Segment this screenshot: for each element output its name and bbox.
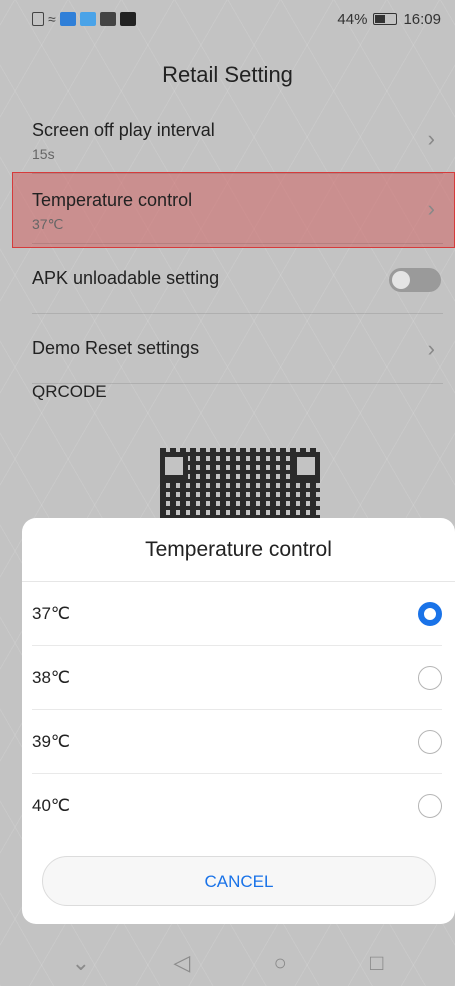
status-right: 44% 16:09 — [337, 11, 441, 28]
option-label: 37℃ — [32, 604, 71, 623]
back-icon[interactable]: ◁ — [173, 950, 190, 976]
recents-icon[interactable]: □ — [370, 950, 383, 976]
battery-icon — [373, 13, 398, 25]
option-38c[interactable]: 38℃ — [32, 646, 442, 710]
clock: 16:09 — [403, 10, 441, 28]
app-notification-icon — [99, 12, 116, 26]
chevron-right-icon: › — [427, 196, 435, 221]
status-bar: ≈ 44% 16:09 — [0, 0, 455, 38]
option-label: 40℃ — [32, 796, 71, 815]
sim-icon — [32, 12, 44, 26]
option-label: 38℃ — [32, 668, 71, 687]
tiktok-icon — [119, 12, 136, 26]
radio-unselected-icon[interactable] — [418, 666, 442, 690]
apk-unloadable-toggle[interactable] — [389, 268, 441, 292]
option-label: 39℃ — [32, 732, 71, 751]
app-notification-icon — [79, 12, 96, 26]
setting-apk-unloadable[interactable]: APK unloadable setting — [32, 244, 443, 314]
setting-screen-off-play-interval[interactable]: Screen off play interval 15s › — [32, 104, 443, 174]
qrcode-image — [160, 448, 320, 528]
setting-value: 37℃ — [32, 216, 64, 232]
qrcode-label: QRCODE — [32, 382, 107, 401]
chevron-down-icon[interactable]: ⌄ — [72, 950, 90, 976]
app-notification-icon — [59, 12, 76, 26]
home-icon[interactable]: ○ — [273, 950, 286, 976]
setting-value: 15s — [32, 146, 55, 162]
temperature-dialog: Temperature control 37℃ 38℃ 39℃ 40℃ CANC… — [22, 518, 455, 924]
radio-unselected-icon[interactable] — [418, 794, 442, 818]
wifi-icon: ≈ — [48, 11, 56, 27]
setting-demo-reset[interactable]: Demo Reset settings › — [32, 314, 443, 384]
option-40c[interactable]: 40℃ — [32, 774, 442, 838]
chevron-right-icon: › — [427, 336, 435, 361]
setting-label: Screen off play interval — [32, 120, 215, 140]
option-39c[interactable]: 39℃ — [32, 710, 442, 774]
option-37c[interactable]: 37℃ — [32, 582, 442, 646]
radio-selected-icon[interactable] — [418, 602, 442, 626]
setting-temperature-control[interactable]: Temperature control 37℃ › — [32, 174, 443, 244]
chevron-right-icon: › — [427, 126, 435, 151]
setting-label: APK unloadable setting — [32, 268, 220, 288]
page-title: Retail Setting — [162, 62, 293, 87]
battery-percent: 44% — [337, 10, 368, 28]
setting-label: Demo Reset settings — [32, 338, 200, 358]
radio-unselected-icon[interactable] — [418, 730, 442, 754]
settings-list: Screen off play interval 15s › Temperatu… — [0, 104, 455, 384]
cancel-button[interactable]: CANCEL — [42, 856, 436, 906]
dialog-title: Temperature control — [22, 518, 455, 582]
status-icons: ≈ — [32, 11, 136, 27]
navigation-bar: ⌄ ◁ ○ □ — [0, 940, 455, 986]
setting-label: Temperature control — [32, 190, 193, 210]
